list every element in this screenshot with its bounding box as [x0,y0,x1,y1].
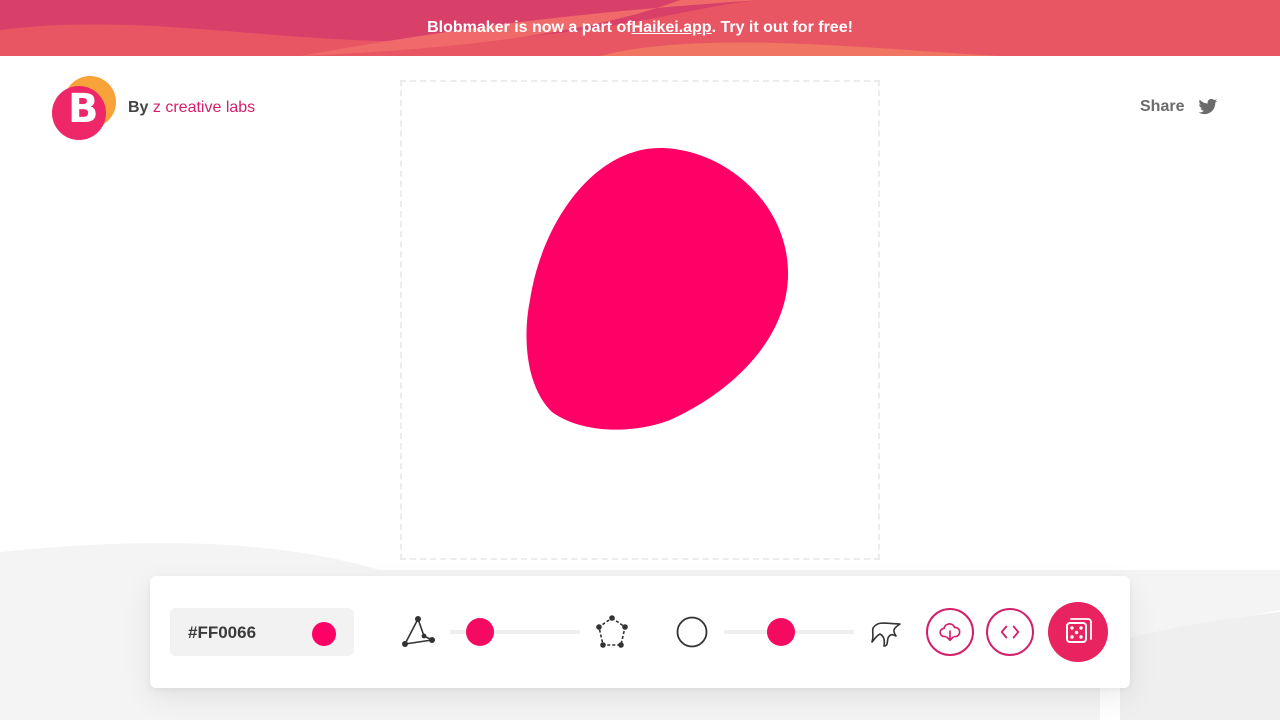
dice-icon [1066,618,1092,643]
byline: By z creative labs [128,99,255,117]
contrast-slider-knob[interactable] [767,618,796,646]
banner-prefix: Blobmaker is now a part of [427,19,632,36]
blobmaker-logo[interactable]: B [52,76,116,140]
toolbar: #FF0066 [150,576,1130,688]
z-creative-labs-link[interactable]: z creative labs [153,99,255,116]
haikei-link[interactable]: Haikei.app [632,19,712,37]
color-swatch[interactable] [312,622,336,646]
banner-text: Blobmaker is now a part of Haikei.app . … [0,0,1280,56]
announcement-banner: Blobmaker is now a part of Haikei.app . … [0,0,1280,56]
logo-letter: B [68,86,99,132]
download-button[interactable] [926,608,974,656]
twitter-icon[interactable] [1198,98,1218,116]
randomize-button[interactable] [1048,602,1108,662]
color-hex-value[interactable]: #FF0066 [188,623,256,643]
spiky-blob-icon [871,622,901,647]
color-picker[interactable]: #FF0066 [170,608,354,656]
blob-shape [526,148,789,430]
pentagon-nodes-icon [596,615,628,648]
share-button[interactable]: Share [1140,98,1218,116]
contrast-slider[interactable] [724,618,854,646]
complexity-slider-knob[interactable] [465,618,494,646]
blob-canvas [400,80,880,560]
banner-suffix: . Try it out for free! [711,19,853,36]
cloud-download-icon [939,623,961,642]
brand[interactable]: B By z creative labs [52,76,255,140]
circle-outline-icon [676,616,708,648]
complexity-slider[interactable] [450,618,580,646]
byline-by: By [128,99,149,116]
code-brackets-icon [1000,625,1020,639]
code-button[interactable] [986,608,1034,656]
share-label: Share [1140,98,1185,115]
triangle-nodes-icon [402,616,435,647]
blob-preview [526,148,789,430]
